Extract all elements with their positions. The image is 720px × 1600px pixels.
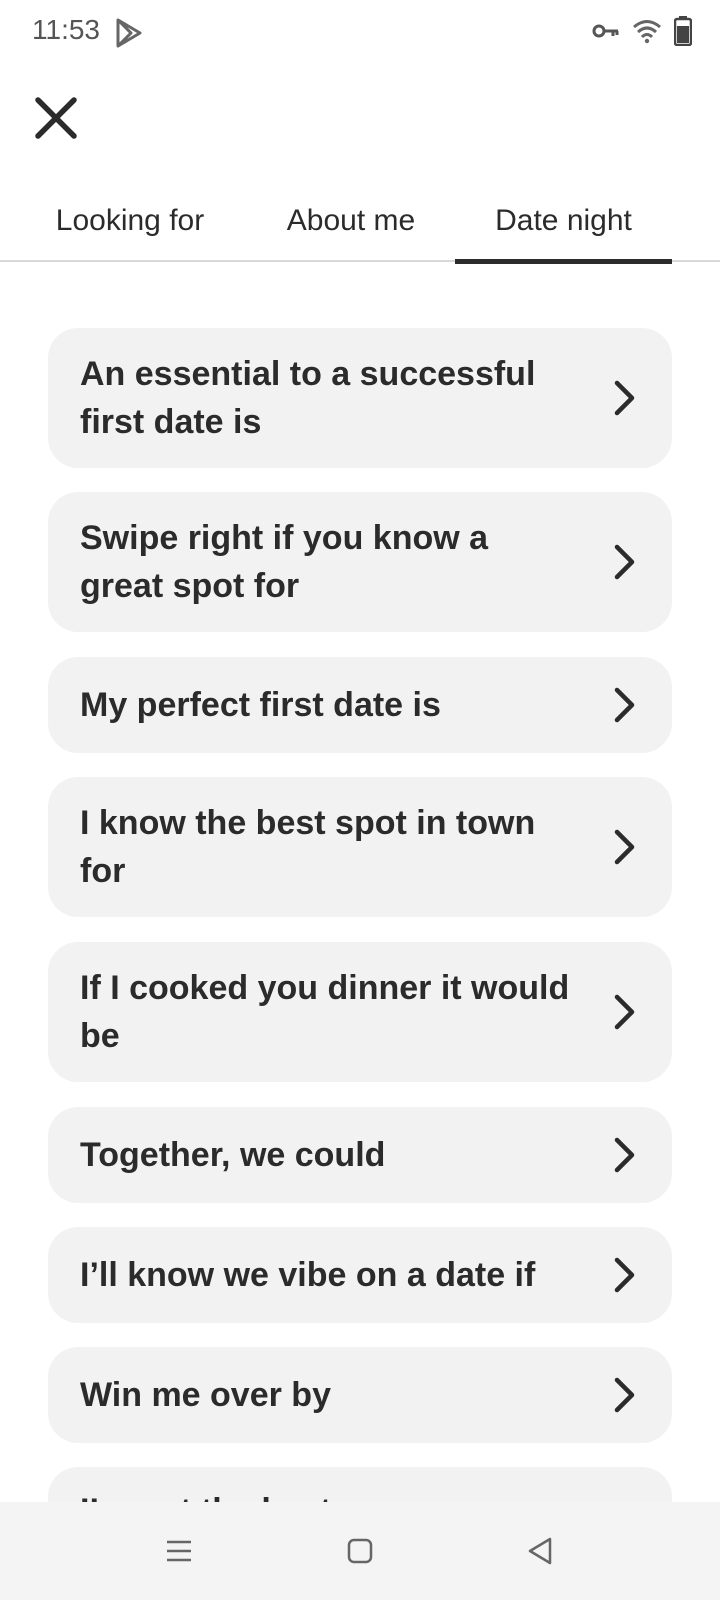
- prompt-card[interactable]: Win me over by: [48, 1347, 672, 1443]
- close-icon: [34, 96, 78, 145]
- prompt-text: My perfect first date is: [80, 686, 441, 724]
- home-icon: [347, 1538, 373, 1569]
- prompt-text: I’ll know we vibe on a date if: [80, 1256, 536, 1294]
- prompt-text: Together, we could: [80, 1136, 386, 1174]
- prompt-text: If I cooked you dinner it would be: [80, 969, 570, 1055]
- chevron-right-icon: [610, 378, 640, 418]
- prompt-text: Win me over by: [80, 1376, 331, 1414]
- close-button[interactable]: [28, 92, 84, 148]
- home-button[interactable]: [335, 1528, 385, 1578]
- menu-icon: [165, 1539, 193, 1568]
- chevron-right-icon: [610, 685, 640, 725]
- prompt-text: Swipe right if you know a great spot for: [80, 519, 489, 605]
- prompt-card[interactable]: I’m not the best...: [48, 1467, 672, 1502]
- menu-button[interactable]: [154, 1528, 204, 1578]
- prompt-card[interactable]: An essential to a successful first date …: [48, 328, 672, 468]
- tab-bar: Looking for About me Date night: [0, 180, 720, 264]
- chevron-right-icon: [610, 992, 640, 1032]
- prompt-text: An essential to a successful first date …: [80, 355, 536, 441]
- prompt-card[interactable]: My perfect first date is: [48, 657, 672, 753]
- prompt-card[interactable]: Together, we could: [48, 1107, 672, 1203]
- status-time: 11:53: [32, 14, 100, 45]
- status-bar: 11:53: [0, 0, 720, 66]
- wifi-icon: [632, 18, 662, 49]
- chevron-right-icon: [610, 1375, 640, 1415]
- battery-icon: [673, 16, 693, 51]
- back-button[interactable]: [515, 1528, 565, 1578]
- tab-date-night[interactable]: Date night: [455, 180, 672, 264]
- back-icon: [526, 1536, 554, 1571]
- chevron-right-icon: [610, 1135, 640, 1175]
- chevron-right-icon: [610, 827, 640, 867]
- tab-looking-for[interactable]: Looking for: [26, 180, 234, 262]
- prompt-card[interactable]: I know the best spot in town for: [48, 777, 672, 917]
- system-nav-bar: [0, 1502, 720, 1600]
- prompt-card[interactable]: Swipe right if you know a great spot for: [48, 492, 672, 632]
- chevron-right-icon: [610, 542, 640, 582]
- prompt-card[interactable]: If I cooked you dinner it would be: [48, 942, 672, 1082]
- play-store-icon: [114, 17, 144, 54]
- tab-about-me[interactable]: About me: [262, 180, 440, 262]
- chevron-right-icon: [610, 1255, 640, 1295]
- prompt-text: I know the best spot in town for: [80, 804, 536, 890]
- vpn-key-icon: [592, 21, 620, 46]
- prompt-text: I’m not the best...: [80, 1487, 640, 1502]
- prompt-card[interactable]: I’ll know we vibe on a date if: [48, 1227, 672, 1323]
